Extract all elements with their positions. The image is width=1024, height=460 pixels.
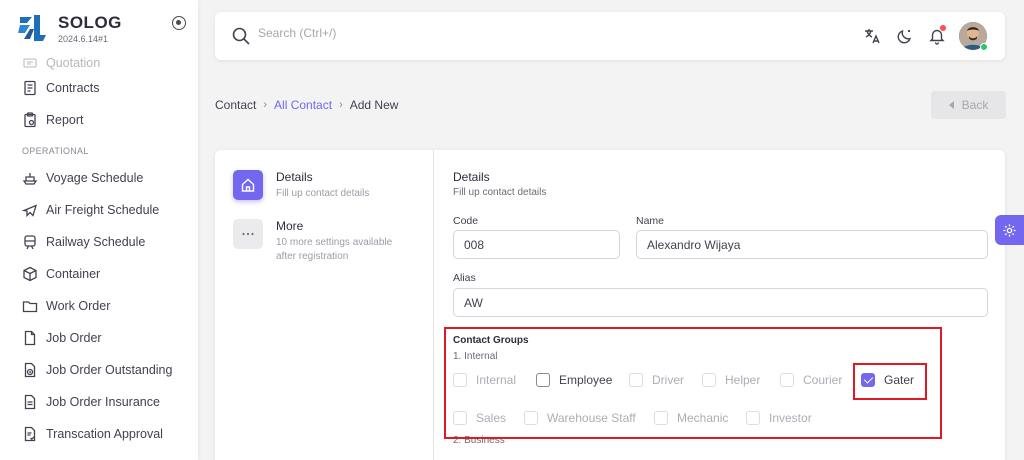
folder-icon [22, 301, 38, 313]
sidebar-item-voyage-schedule[interactable]: Voyage Schedule [0, 162, 198, 194]
quotation-icon [23, 58, 37, 68]
theme-settings-button[interactable] [995, 215, 1024, 245]
sidebar-item-work-order[interactable]: Work Order [0, 290, 198, 322]
breadcrumb-separator: › [339, 99, 343, 111]
sidebar-toggle-icon[interactable] [172, 16, 186, 30]
sidebar-item-label: Railway Schedule [46, 235, 146, 249]
sidebar-item-label: Report [46, 113, 84, 127]
sidebar-item-label: Air Freight Schedule [46, 203, 160, 217]
alias-field[interactable] [453, 288, 988, 317]
translate-icon[interactable] [863, 27, 881, 45]
file-text-icon [24, 394, 36, 410]
step-details[interactable]: Details Fill up contact details [233, 170, 406, 201]
sidebar-item-label: Job Order Outstanding [46, 363, 173, 377]
sidebar: SOLOG 2024.6.14#1 Quotation Contracts Re… [0, 0, 198, 460]
document-icon [24, 80, 36, 96]
brand[interactable]: SOLOG 2024.6.14#1 [0, 0, 198, 56]
breadcrumb: Contact › All Contact › Add New [215, 98, 398, 112]
breadcrumb-current: Add New [349, 98, 399, 112]
name-field[interactable] [636, 230, 988, 259]
code-label: Code [453, 215, 479, 227]
back-button[interactable]: Back [931, 91, 1006, 119]
sidebar-item-label: Work Order [46, 299, 111, 313]
clipboard-icon [24, 112, 36, 128]
search-icon[interactable] [231, 26, 251, 46]
sidebar-section-operational: OPERATIONAL [22, 146, 89, 156]
breadcrumb-parent[interactable]: All Contact [274, 98, 332, 112]
sidebar-item-label: Container [46, 267, 101, 281]
train-icon [24, 235, 36, 250]
moon-icon[interactable] [896, 27, 914, 45]
details-form-header: Details Fill up contact details [453, 170, 988, 198]
step-subtitle: Fill up contact details [276, 188, 370, 199]
code-field[interactable] [453, 230, 620, 259]
sidebar-item-railway-schedule[interactable]: Railway Schedule [0, 226, 198, 258]
brand-name: SOLOG [58, 12, 122, 32]
sidebar-item-contracts[interactable]: Contracts [0, 72, 198, 104]
sidebar-item-quotation[interactable]: Quotation [0, 54, 198, 72]
brand-version: 2024.6.14#1 [58, 33, 109, 44]
step-subtitle: 10 more settings available after registr… [276, 237, 393, 262]
step-more[interactable]: More 10 more settings available after re… [233, 219, 406, 264]
sidebar-item-label: Quotation [46, 56, 101, 70]
back-button-label: Back [961, 98, 989, 112]
dots-icon [233, 219, 263, 249]
gear-icon [1003, 223, 1016, 237]
breadcrumb-root[interactable]: Contact [215, 98, 256, 112]
file-clock-icon [24, 362, 36, 378]
online-status-indicator [980, 43, 988, 51]
sidebar-item-label: Job Order Insurance [46, 395, 160, 409]
form-subtitle: Fill up contact details [453, 187, 547, 198]
plane-icon [22, 204, 38, 218]
form-title: Details [453, 170, 490, 184]
box-icon [23, 266, 37, 282]
sidebar-item-label: Voyage Schedule [46, 171, 144, 185]
sidebar-nav: Quotation Contracts Report OPERATIONAL V… [0, 54, 198, 450]
ship-icon [22, 173, 38, 185]
sidebar-item-transaction-approval[interactable]: Transcation Approval [0, 418, 198, 450]
back-arrow-icon [948, 101, 954, 109]
sidebar-item-report[interactable]: Report [0, 104, 198, 136]
sidebar-item-container[interactable]: Container [0, 258, 198, 290]
sidebar-item-label: Contracts [46, 81, 100, 95]
step-title: More [276, 219, 304, 233]
sl-logo-icon [18, 15, 46, 41]
highlight-gater [853, 363, 927, 400]
wizard-steps: Details Fill up contact details More 10 … [215, 150, 434, 460]
home-icon [233, 170, 263, 200]
breadcrumb-separator: › [263, 99, 268, 111]
sidebar-item-label: Job Order [46, 331, 102, 345]
sidebar-item-label: Transcation Approval [46, 427, 163, 441]
sidebar-item-air-freight-schedule[interactable]: Air Freight Schedule [0, 194, 198, 226]
sidebar-item-job-order-outstanding[interactable]: Job Order Outstanding [0, 354, 198, 386]
sidebar-item-job-order-insurance[interactable]: Job Order Insurance [0, 386, 198, 418]
topbar [215, 12, 1005, 60]
name-label: Name [636, 215, 665, 227]
search-input[interactable] [258, 26, 658, 40]
step-title: Details [276, 170, 313, 184]
file-check-icon [24, 426, 36, 442]
notification-dot [940, 25, 946, 31]
sidebar-item-job-order[interactable]: Job Order [0, 322, 198, 354]
alias-label: Alias [453, 272, 476, 284]
file-icon [24, 330, 36, 346]
